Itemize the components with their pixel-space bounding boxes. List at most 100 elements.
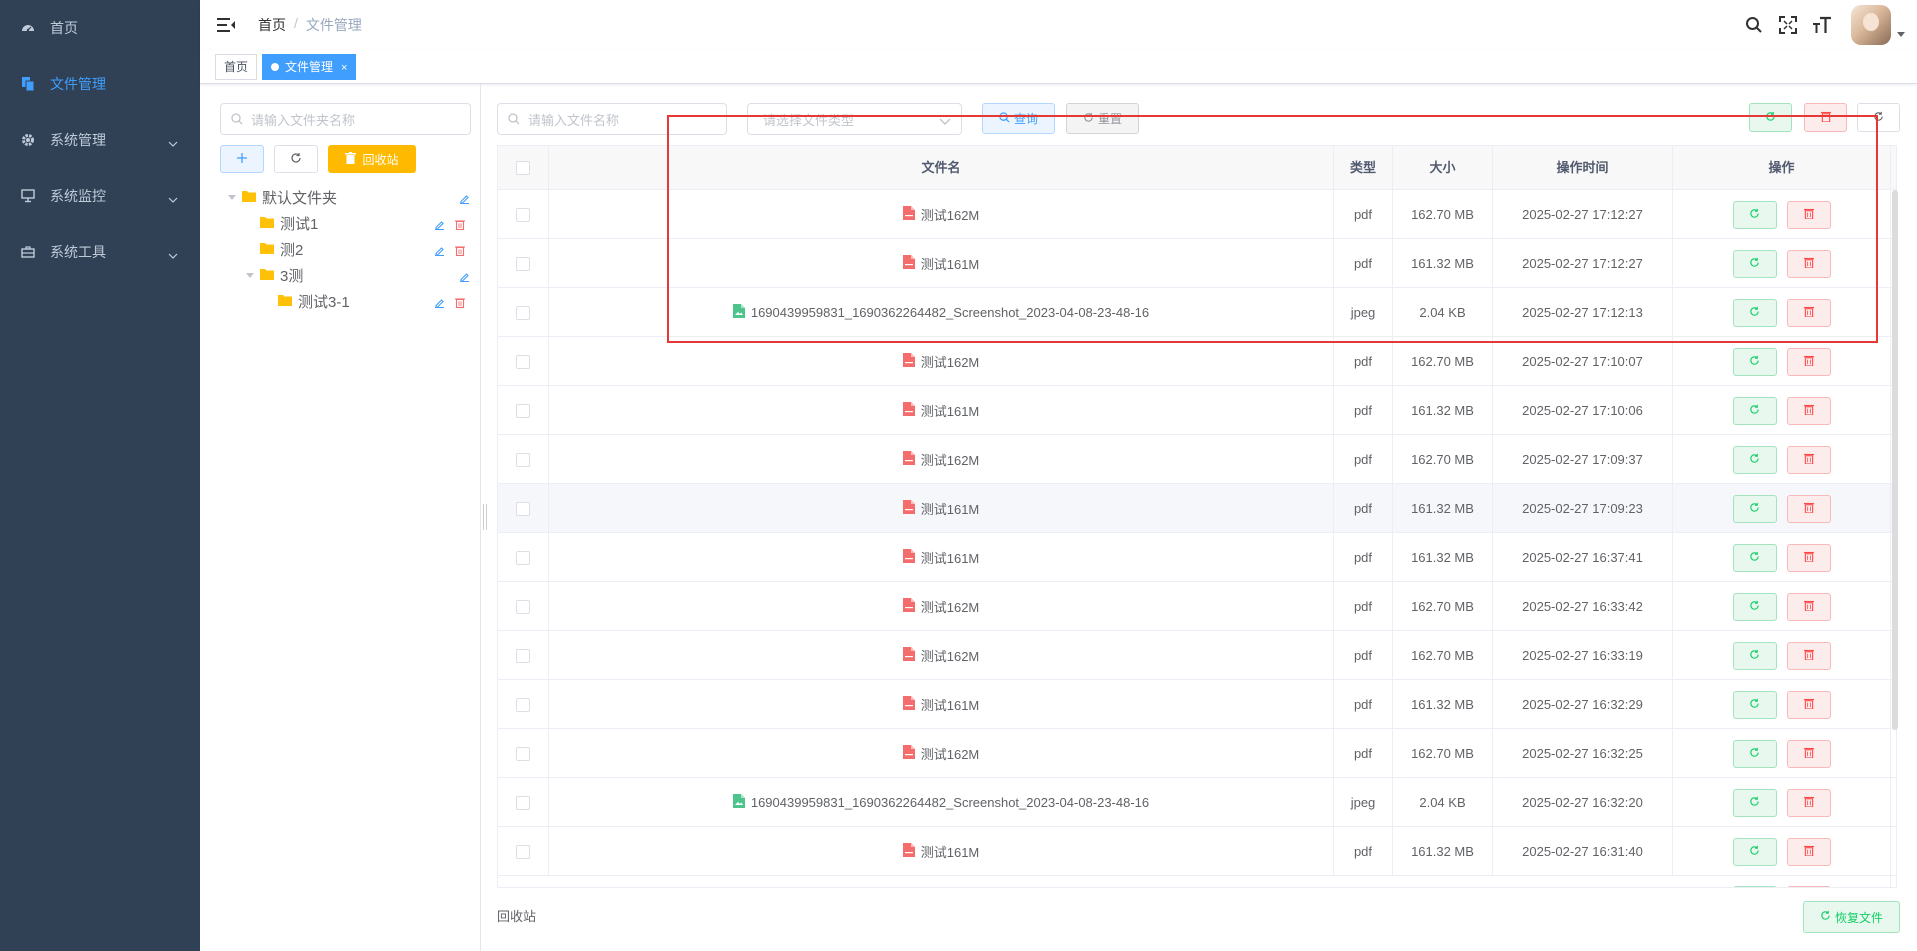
reset-button[interactable]: 重置 <box>1066 103 1139 134</box>
delete-button[interactable] <box>1786 837 1831 866</box>
sidebar-item-2[interactable]: 系统管理 <box>0 112 200 168</box>
file-name[interactable]: 测试161M <box>902 695 979 714</box>
trash-icon[interactable] <box>455 217 465 233</box>
file-type-select[interactable]: 请选择文件类型 <box>747 103 962 135</box>
restore-button[interactable] <box>1732 298 1777 327</box>
row-checkbox[interactable] <box>516 795 530 810</box>
resize-handle[interactable] <box>483 504 487 530</box>
file-name[interactable]: 测试161M <box>902 842 979 861</box>
restore-button[interactable] <box>1732 396 1777 425</box>
table-row[interactable]: 测试162M pdf 162.70 MB 2025-02-27 16:32:25 <box>498 729 1896 778</box>
search-icon[interactable] <box>1743 14 1765 36</box>
sidebar-item-4[interactable]: 系统工具 <box>0 224 200 280</box>
row-checkbox[interactable] <box>516 207 530 222</box>
restore-button[interactable] <box>1732 592 1777 621</box>
recycle-bin-button[interactable]: 回收站 <box>328 145 416 173</box>
edit-icon[interactable] <box>434 217 445 233</box>
table-row[interactable]: 测试162M pdf 162.70 MB 2025-02-27 17:09:37 <box>498 435 1896 484</box>
restore-button[interactable] <box>1732 494 1777 523</box>
header-type[interactable]: 类型 <box>1334 146 1393 190</box>
delete-button[interactable] <box>1786 641 1831 670</box>
row-checkbox[interactable] <box>516 256 530 271</box>
delete-button[interactable] <box>1786 249 1831 278</box>
row-checkbox[interactable] <box>516 844 530 859</box>
refresh-tree-button[interactable] <box>274 145 318 173</box>
breadcrumb-home[interactable]: 首页 <box>258 15 286 35</box>
row-checkbox[interactable] <box>516 746 530 761</box>
file-name[interactable]: 测试162M <box>902 744 979 763</box>
delete-button[interactable] <box>1786 396 1831 425</box>
batch-delete-button[interactable] <box>1804 103 1847 132</box>
tree-node[interactable]: 测试1 <box>244 210 318 236</box>
header-name[interactable]: 文件名 <box>549 146 1334 190</box>
file-name[interactable]: 测试162M <box>902 646 979 665</box>
table-row[interactable]: 测试161M pdf 161.32 MB 2025-02-27 17:12:27 <box>498 239 1896 288</box>
edit-icon[interactable] <box>459 269 470 285</box>
restore-button[interactable] <box>1732 690 1777 719</box>
table-row[interactable]: 测试162M pdf 162.70 MB 2025-02-27 16:33:42 <box>498 582 1896 631</box>
file-name[interactable]: 测试161M <box>902 548 979 567</box>
row-checkbox[interactable] <box>516 648 530 663</box>
restore-button[interactable] <box>1732 837 1777 866</box>
restore-button[interactable] <box>1732 249 1777 278</box>
table-row[interactable]: 测试162M pdf 162.70 MB 2025-02-27 17:12:27 <box>498 190 1896 239</box>
file-name[interactable]: 测试161M <box>902 401 979 420</box>
sidebar-item-3[interactable]: 系统监控 <box>0 168 200 224</box>
delete-button[interactable] <box>1786 886 1831 887</box>
delete-button[interactable] <box>1786 494 1831 523</box>
table-row[interactable]: 测试161M pdf 161.32 MB 2025-02-27 16:31:40 <box>498 827 1896 876</box>
hamburger-icon[interactable] <box>215 14 237 36</box>
delete-button[interactable] <box>1786 543 1831 572</box>
file-name[interactable]: 测试161M <box>902 254 979 273</box>
table-row[interactable]: 测试161M pdf 161.32 MB 2025-02-27 16:37:41 <box>498 533 1896 582</box>
file-name[interactable]: 测试161M <box>902 499 979 518</box>
file-name[interactable]: 测试162M <box>902 352 979 371</box>
table-row[interactable]: 1690439959831_1690362264482_Screenshot_2… <box>498 778 1896 827</box>
table-scrollbar[interactable] <box>1892 190 1898 730</box>
table-row[interactable]: 测试162M pdf 162.70 MB 2025-02-27 17:10:07 <box>498 337 1896 386</box>
row-checkbox[interactable] <box>516 697 530 712</box>
row-checkbox[interactable] <box>516 550 530 565</box>
table-row[interactable]: 测试161M pdf 161.32 MB 2025-02-27 17:09:23 <box>498 484 1896 533</box>
file-name[interactable]: 测试162M <box>902 450 979 469</box>
trash-icon[interactable] <box>455 295 465 311</box>
tree-node[interactable]: 3测 <box>244 262 303 288</box>
restore-button[interactable] <box>1732 347 1777 376</box>
header-time[interactable]: 操作时间 <box>1493 146 1673 190</box>
delete-button[interactable] <box>1786 347 1831 376</box>
add-folder-button[interactable] <box>220 145 264 173</box>
edit-icon[interactable] <box>459 191 470 207</box>
table-row[interactable]: 测试162M pdf 162.70 MB 2025-02-27 16:33:19 <box>498 631 1896 680</box>
avatar[interactable] <box>1851 5 1891 45</box>
tag-home[interactable]: 首页 <box>215 54 258 80</box>
file-name[interactable]: 1690439959831_1690362264482_Screenshot_2… <box>732 794 1149 811</box>
restore-button[interactable] <box>1732 739 1777 768</box>
table-row[interactable]: 测试161M pdf 161.32 MB 2025-02-27 16:32:29 <box>498 680 1896 729</box>
refresh-table-button[interactable] <box>1857 103 1900 132</box>
tree-node[interactable]: 测试3-1 <box>262 288 350 314</box>
table-row[interactable]: 1690439959831_1690362264482_Screenshot_2… <box>498 288 1896 337</box>
edit-icon[interactable] <box>434 243 445 259</box>
delete-button[interactable] <box>1786 200 1831 229</box>
row-checkbox[interactable] <box>516 452 530 467</box>
delete-button[interactable] <box>1786 739 1831 768</box>
folder-search-input[interactable]: 请输入文件夹名称 <box>220 103 471 135</box>
select-all-checkbox[interactable] <box>516 161 530 175</box>
sidebar-item-1[interactable]: 文件管理 <box>0 56 200 112</box>
row-checkbox[interactable] <box>516 305 530 320</box>
restore-button[interactable] <box>1732 641 1777 670</box>
restore-button[interactable] <box>1732 886 1777 887</box>
font-size-icon[interactable] <box>1811 14 1833 36</box>
restore-button[interactable] <box>1732 200 1777 229</box>
restore-files-button[interactable]: 恢复文件 <box>1803 901 1900 933</box>
tag-close-icon[interactable]: × <box>341 62 347 74</box>
delete-button[interactable] <box>1786 298 1831 327</box>
caret-down-icon[interactable] <box>226 194 238 200</box>
tree-node[interactable]: 测2 <box>244 236 303 262</box>
caret-down-icon[interactable] <box>244 272 256 278</box>
delete-button[interactable] <box>1786 445 1831 474</box>
trash-icon[interactable] <box>455 243 465 259</box>
row-checkbox[interactable] <box>516 354 530 369</box>
restore-button[interactable] <box>1732 445 1777 474</box>
header-size[interactable]: 大小 <box>1393 146 1493 190</box>
